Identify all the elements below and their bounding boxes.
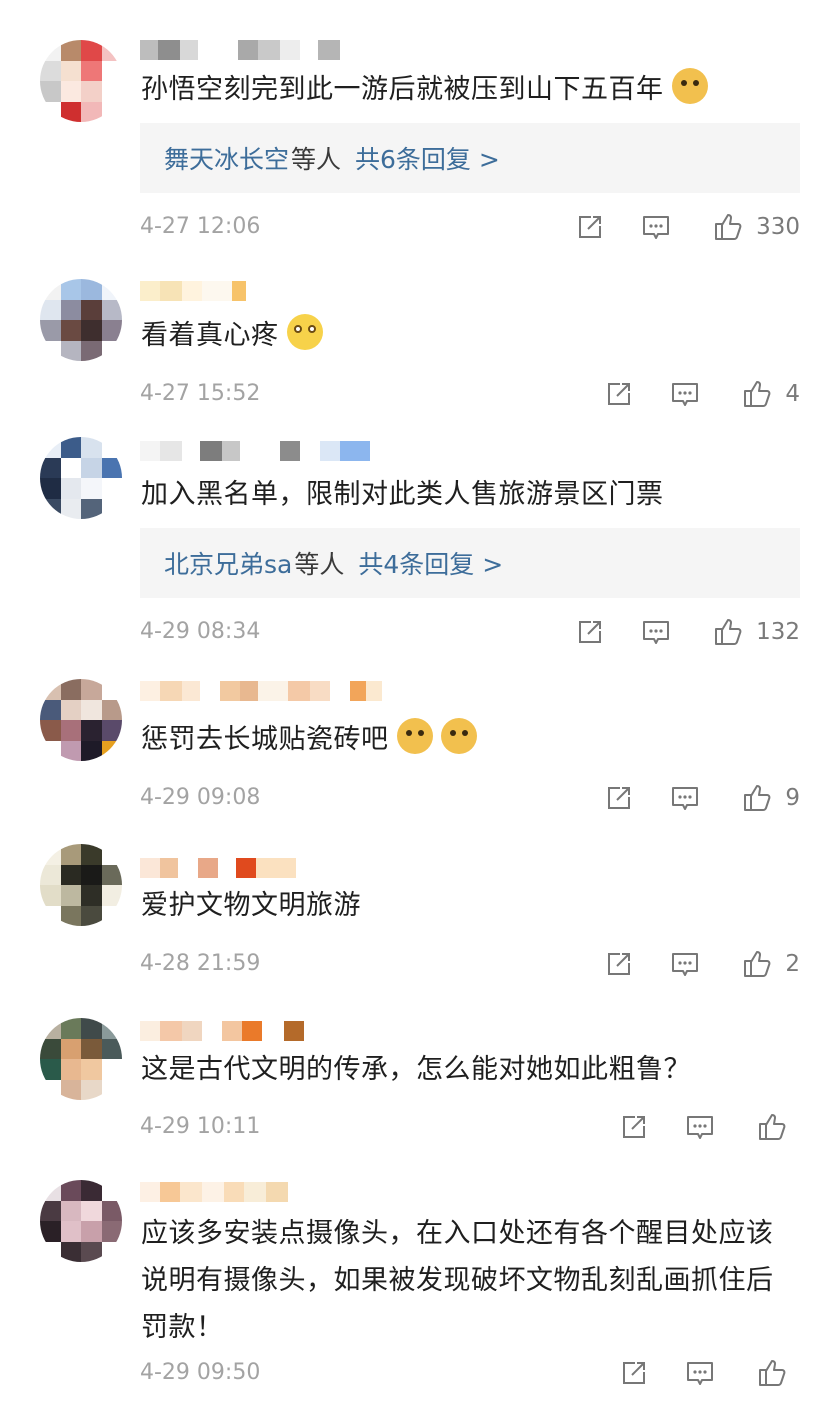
timestamp: 4-27 12:06 (140, 214, 261, 239)
reply-count-link[interactable]: 共4条回复 > (358, 545, 503, 581)
share-icon[interactable] (603, 948, 635, 980)
comment-actions: 132 (574, 616, 800, 648)
comment-text: 爱护文物文明旅游 (141, 890, 361, 921)
thumbs-up-icon[interactable] (741, 378, 773, 410)
comment-icon[interactable] (640, 616, 672, 648)
comment-actions (618, 1111, 800, 1143)
thumbs-up-icon[interactable] (756, 1111, 788, 1143)
like-count: 330 (756, 214, 800, 240)
comment-text: 惩罚去长城贴瓷砖吧 (141, 716, 788, 763)
thumbs-up-icon[interactable] (756, 1357, 788, 1389)
timestamp: 4-29 09:50 (140, 1360, 261, 1385)
thumbs-up-icon[interactable] (741, 948, 773, 980)
comment-actions: 330 (574, 211, 800, 243)
avatar[interactable] (40, 844, 122, 926)
share-icon[interactable] (603, 378, 635, 410)
reply-names[interactable]: 舞天冰长空 (164, 140, 289, 176)
avatar[interactable] (40, 40, 122, 122)
avatar[interactable] (40, 437, 122, 519)
comment-icon[interactable] (669, 948, 701, 980)
comment-icon[interactable] (669, 782, 701, 814)
timestamp: 4-28 21:59 (140, 951, 261, 976)
timestamp: 4-29 08:34 (140, 619, 261, 644)
comment-text: 这是古代文明的传承，怎么能对她如此粗鲁？ (141, 1054, 691, 1085)
like-count: 9 (785, 785, 800, 811)
username-blurred[interactable] (140, 681, 382, 701)
username-blurred[interactable] (140, 858, 296, 878)
comment-icon[interactable] (669, 378, 701, 410)
like-count: 132 (756, 619, 800, 645)
username-blurred[interactable] (140, 1182, 288, 1202)
reply-summary[interactable]: 北京兄弟sa 等人 共4条回复 > (140, 528, 800, 598)
comment-icon[interactable] (684, 1357, 716, 1389)
username-blurred[interactable] (140, 441, 370, 461)
comment-actions: 4 (603, 378, 800, 410)
avatar[interactable] (40, 279, 122, 361)
avatar[interactable] (40, 679, 122, 761)
doge-emoji (671, 68, 708, 104)
timestamp: 4-29 09:08 (140, 785, 261, 810)
share-icon[interactable] (574, 616, 606, 648)
thumbs-up-icon[interactable] (712, 616, 744, 648)
like-count: 4 (785, 381, 800, 407)
comment-text: 加入黑名单，限制对此类人售旅游景区门票 (141, 479, 664, 510)
sad-emoji (286, 314, 323, 350)
share-icon[interactable] (603, 782, 635, 814)
username-blurred[interactable] (140, 281, 246, 301)
reply-mid-text: 等人 (291, 145, 342, 174)
reply-count-link[interactable]: 共6条回复 > (355, 140, 500, 176)
reply-mid-text: 等人 (294, 550, 345, 579)
comment-actions: 9 (603, 782, 800, 814)
thumbs-up-icon[interactable] (741, 782, 773, 814)
comment-actions (618, 1357, 800, 1389)
share-icon[interactable] (618, 1111, 650, 1143)
reply-names[interactable]: 北京兄弟sa (164, 545, 292, 581)
avatar[interactable] (40, 1018, 122, 1100)
avatar[interactable] (40, 1180, 122, 1262)
doge-emoji (440, 718, 477, 754)
comment-icon[interactable] (640, 211, 672, 243)
comment-text: 孙悟空刻完到此一游后就被压到山下五百年 (141, 66, 788, 113)
comment-icon[interactable] (684, 1111, 716, 1143)
reply-summary[interactable]: 舞天冰长空 等人 共6条回复 > (140, 123, 800, 193)
share-icon[interactable] (574, 211, 606, 243)
like-count: 2 (785, 951, 800, 977)
doge-emoji (396, 718, 433, 754)
timestamp: 4-27 15:52 (140, 381, 261, 406)
share-icon[interactable] (618, 1357, 650, 1389)
username-blurred[interactable] (140, 1021, 304, 1041)
username-blurred[interactable] (140, 40, 340, 60)
comment-text: 看着真心疼 (141, 312, 788, 359)
comment-actions: 2 (603, 948, 800, 980)
comment-text: 应该多安装点摄像头，在入口处还有各个醒目处应该说明有摄像头，如果被发现破坏文物乱… (141, 1218, 774, 1343)
timestamp: 4-29 10:11 (140, 1114, 261, 1139)
thumbs-up-icon[interactable] (712, 211, 744, 243)
